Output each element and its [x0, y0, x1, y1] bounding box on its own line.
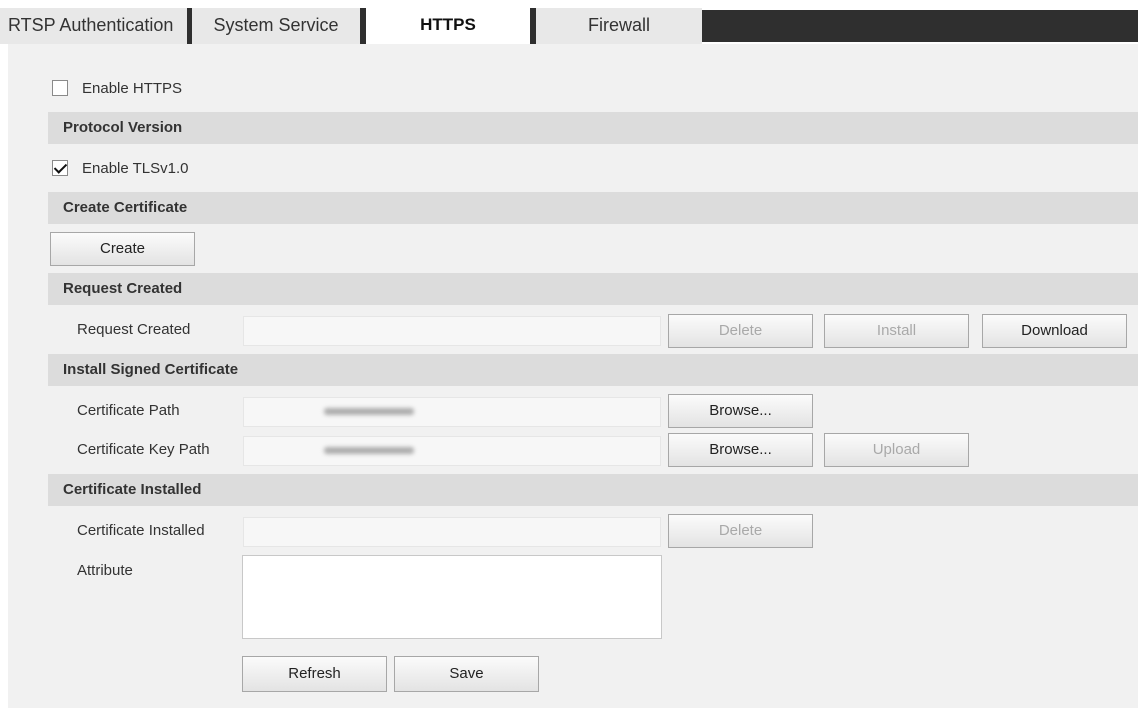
enable-tls-checkbox[interactable]: [52, 160, 68, 176]
attribute-label: Attribute: [77, 562, 133, 579]
certificate-installed-label: Certificate Installed: [77, 522, 205, 539]
tab-https[interactable]: HTTPS: [366, 8, 530, 44]
request-created-field: [243, 316, 661, 346]
tab-rtsp-authentication[interactable]: RTSP Authentication: [0, 8, 187, 44]
protocol-version-header: Protocol Version: [48, 112, 1138, 144]
certificate-key-path-field[interactable]: [243, 436, 661, 466]
attribute-textarea[interactable]: [242, 555, 662, 639]
certificate-key-path-label: Certificate Key Path: [77, 441, 210, 458]
save-button[interactable]: Save: [394, 656, 539, 692]
redacted-path: [324, 408, 414, 415]
enable-https-row[interactable]: Enable HTTPS: [52, 78, 182, 98]
certificate-installed-header: Certificate Installed: [48, 474, 1138, 506]
enable-https-checkbox[interactable]: [52, 80, 68, 96]
refresh-button[interactable]: Refresh: [242, 656, 387, 692]
download-button[interactable]: Download: [982, 314, 1127, 348]
certificate-path-browse-button[interactable]: Browse...: [668, 394, 813, 428]
enable-tls-row[interactable]: Enable TLSv1.0: [52, 158, 188, 178]
request-delete-button[interactable]: Delete: [668, 314, 813, 348]
request-created-label: Request Created: [77, 321, 191, 338]
tab-bar-fill: [702, 10, 1138, 42]
redacted-key-path: [324, 447, 414, 454]
certificate-path-field[interactable]: [243, 397, 661, 427]
install-signed-certificate-header: Install Signed Certificate: [48, 354, 1138, 386]
create-button[interactable]: Create: [50, 232, 195, 266]
install-button[interactable]: Install: [824, 314, 969, 348]
certificate-key-path-browse-button[interactable]: Browse...: [668, 433, 813, 467]
tab-bar: RTSP Authentication System Service HTTPS…: [0, 8, 1140, 44]
tab-firewall[interactable]: Firewall: [536, 8, 702, 44]
certificate-installed-delete-button[interactable]: Delete: [668, 514, 813, 548]
tab-system-service[interactable]: System Service: [192, 8, 360, 44]
certificate-path-label: Certificate Path: [77, 402, 180, 419]
enable-https-label: Enable HTTPS: [82, 79, 183, 97]
upload-button[interactable]: Upload: [824, 433, 969, 467]
create-certificate-header: Create Certificate: [48, 192, 1138, 224]
https-settings-panel: Enable HTTPS Protocol Version Enable TLS…: [8, 44, 1138, 708]
enable-tls-label: Enable TLSv1.0: [82, 159, 189, 177]
request-created-header: Request Created: [48, 273, 1138, 305]
certificate-installed-field: [243, 517, 661, 547]
